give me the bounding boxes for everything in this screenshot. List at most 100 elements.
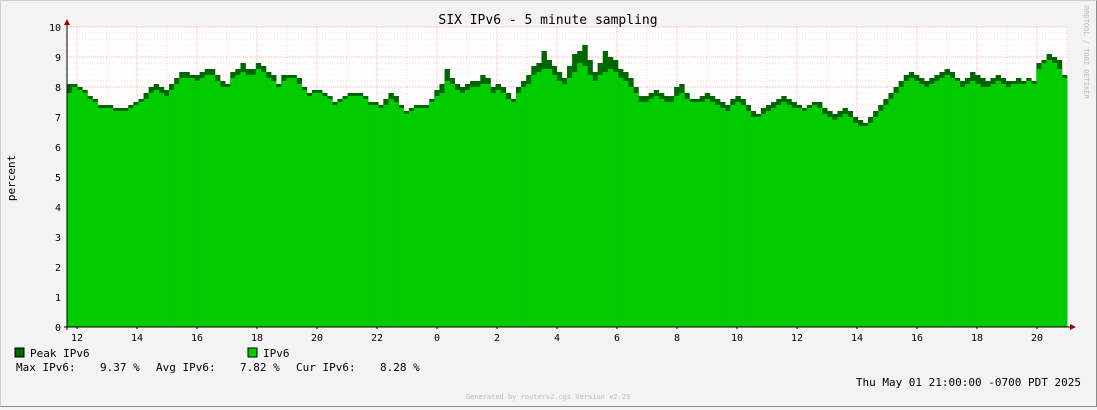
legend-swatch-peak [14, 347, 25, 358]
graph-frame: SIX IPv6 - 5 minute sampling percent RRD… [0, 0, 1097, 407]
avg-bar [327, 99, 333, 327]
avg-bar [541, 69, 547, 327]
y-tick-label: 0 [55, 323, 61, 334]
avg-bar [153, 90, 160, 327]
avg-bar [102, 108, 109, 327]
avg-bar [546, 69, 552, 327]
avg-bar [1061, 78, 1068, 327]
avg-bar [663, 102, 670, 327]
avg-bar [765, 111, 772, 327]
y-tick-label: 2 [55, 263, 61, 274]
avg-bar [628, 87, 634, 327]
avg-bar [209, 75, 216, 327]
y-tick-label: 5 [55, 173, 61, 184]
avg-bar [551, 75, 558, 327]
avg-bar [480, 84, 486, 327]
avg-bar [903, 81, 910, 327]
avg-bar [623, 81, 629, 327]
y-tick-label: 8 [55, 83, 61, 94]
avg-bar [174, 84, 180, 327]
avg-bar [194, 81, 200, 327]
avg-bar [908, 78, 915, 327]
avg-bar [898, 87, 905, 327]
avg-bar [862, 126, 869, 327]
avg-bar [311, 93, 318, 327]
avg-bar [913, 81, 920, 327]
avg-bar [536, 72, 542, 327]
avg-bar [714, 105, 721, 327]
avg-bar [485, 84, 491, 327]
avg-series [67, 60, 1068, 327]
avg-bar [265, 78, 272, 327]
avg-bar [740, 105, 746, 327]
avg-bar [582, 66, 588, 327]
avg-bar [796, 108, 802, 327]
avg-bar [413, 108, 420, 327]
avg-bar [1021, 84, 1027, 327]
avg-bar [220, 87, 226, 327]
avg-bar [679, 93, 685, 327]
avg-bar [618, 78, 624, 327]
legend-label-ipv6: IPv6 [263, 347, 290, 360]
avg-bar [602, 72, 609, 327]
avg-bar [587, 75, 593, 327]
avg-bar [658, 99, 665, 327]
avg-bar [495, 90, 501, 327]
y-tick-label: 9 [55, 53, 61, 64]
avg-bar [776, 105, 782, 327]
avg-bar [694, 102, 700, 327]
avg-bar [118, 111, 124, 327]
avg-bar [730, 105, 736, 327]
x-tick-label: 6 [614, 333, 620, 344]
avg-bar [822, 114, 828, 327]
stat-avg-value: 7.82 % [240, 361, 280, 374]
avg-bar [286, 78, 292, 327]
avg-bar [1041, 63, 1047, 327]
avg-bar [332, 105, 338, 327]
avg-bar [337, 102, 343, 327]
avg-bar [123, 111, 129, 327]
avg-bar [214, 81, 221, 327]
avg-bar [572, 72, 578, 327]
avg-bar [929, 84, 935, 327]
y-tick-label: 7 [55, 113, 61, 124]
stat-cur-value: 8.28 % [380, 361, 420, 374]
avg-bar [648, 99, 655, 327]
chart-title: SIX IPv6 - 5 minute sampling [438, 13, 657, 28]
y-axis-arrow [64, 19, 70, 25]
avg-bar [939, 78, 945, 327]
avg-bar [878, 111, 884, 327]
x-tick-label: 10 [731, 333, 743, 344]
avg-bar [255, 69, 262, 327]
avg-bar [1051, 63, 1058, 327]
avg-bar [873, 117, 879, 327]
y-tick-label: 6 [55, 143, 61, 154]
timestamp: Thu May 01 21:00:00 -0700 PDT 2025 [856, 376, 1081, 389]
avg-bar [735, 102, 741, 327]
avg-bar [1005, 87, 1012, 327]
avg-bar [832, 120, 838, 327]
avg-bar [306, 96, 313, 327]
footer-credit: Generated by routers2.cgi Version v2.23 [466, 393, 630, 401]
chart-svg: SIX IPv6 - 5 minute sampling percent RRD… [5, 6, 1090, 401]
stat-max-value: 9.37 % [100, 361, 140, 374]
avg-bar [709, 102, 716, 327]
avg-bar [842, 114, 848, 327]
avg-bar [725, 111, 731, 327]
avg-bar [92, 102, 98, 327]
avg-bar [720, 108, 726, 327]
avg-bar [980, 87, 986, 327]
avg-bar [689, 102, 695, 327]
avg-bar [954, 81, 961, 327]
avg-bar [515, 93, 522, 327]
avg-bar [526, 84, 532, 327]
avg-bar [995, 81, 1001, 327]
avg-bar [184, 78, 190, 327]
avg-bar [378, 108, 384, 327]
x-tick-label: 0 [434, 333, 440, 344]
avg-bar [883, 105, 889, 327]
avg-bar [760, 114, 767, 327]
avg-bar [990, 84, 996, 327]
avg-bar [597, 75, 604, 327]
avg-bar [449, 84, 456, 327]
